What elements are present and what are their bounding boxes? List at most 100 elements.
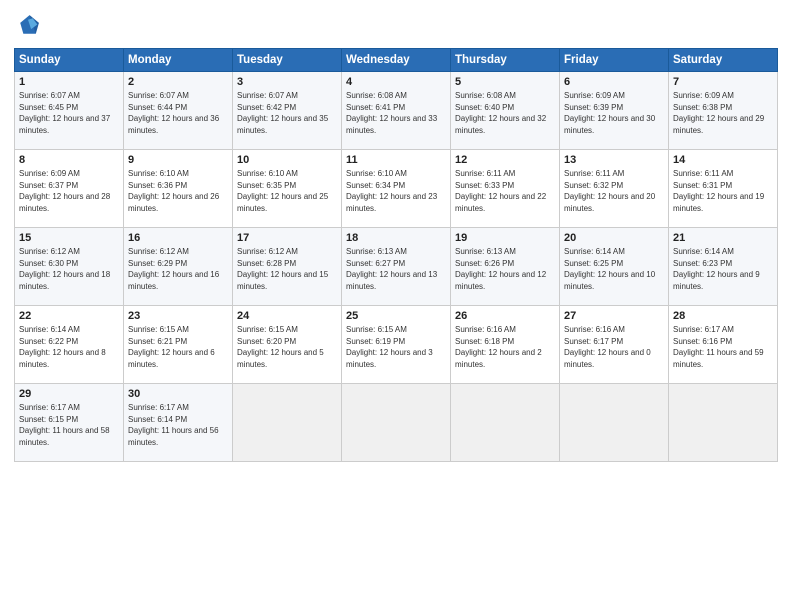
calendar-cell bbox=[560, 384, 669, 462]
day-number: 10 bbox=[237, 154, 337, 166]
day-number: 15 bbox=[19, 232, 119, 244]
calendar-cell: 15 Sunrise: 6:12 AMSunset: 6:30 PMDaylig… bbox=[15, 228, 124, 306]
day-info: Sunrise: 6:09 AMSunset: 6:38 PMDaylight:… bbox=[673, 91, 764, 135]
day-info: Sunrise: 6:09 AMSunset: 6:37 PMDaylight:… bbox=[19, 169, 110, 213]
calendar-cell: 2 Sunrise: 6:07 AMSunset: 6:44 PMDayligh… bbox=[124, 72, 233, 150]
page: SundayMondayTuesdayWednesdayThursdayFrid… bbox=[0, 0, 792, 612]
day-number: 20 bbox=[564, 232, 664, 244]
day-info: Sunrise: 6:14 AMSunset: 6:22 PMDaylight:… bbox=[19, 325, 106, 369]
day-info: Sunrise: 6:15 AMSunset: 6:21 PMDaylight:… bbox=[128, 325, 215, 369]
calendar-cell: 8 Sunrise: 6:09 AMSunset: 6:37 PMDayligh… bbox=[15, 150, 124, 228]
calendar-cell bbox=[669, 384, 778, 462]
calendar-cell: 13 Sunrise: 6:11 AMSunset: 6:32 PMDaylig… bbox=[560, 150, 669, 228]
header-cell-wednesday: Wednesday bbox=[342, 49, 451, 72]
calendar-cell: 6 Sunrise: 6:09 AMSunset: 6:39 PMDayligh… bbox=[560, 72, 669, 150]
day-number: 27 bbox=[564, 310, 664, 322]
week-row-5: 29 Sunrise: 6:17 AMSunset: 6:15 PMDaylig… bbox=[15, 384, 778, 462]
calendar-cell: 7 Sunrise: 6:09 AMSunset: 6:38 PMDayligh… bbox=[669, 72, 778, 150]
week-row-4: 22 Sunrise: 6:14 AMSunset: 6:22 PMDaylig… bbox=[15, 306, 778, 384]
header bbox=[14, 12, 778, 40]
calendar-cell: 4 Sunrise: 6:08 AMSunset: 6:41 PMDayligh… bbox=[342, 72, 451, 150]
calendar-cell: 30 Sunrise: 6:17 AMSunset: 6:14 PMDaylig… bbox=[124, 384, 233, 462]
day-info: Sunrise: 6:13 AMSunset: 6:27 PMDaylight:… bbox=[346, 247, 437, 291]
calendar-cell: 18 Sunrise: 6:13 AMSunset: 6:27 PMDaylig… bbox=[342, 228, 451, 306]
day-info: Sunrise: 6:15 AMSunset: 6:20 PMDaylight:… bbox=[237, 325, 324, 369]
day-number: 8 bbox=[19, 154, 119, 166]
day-number: 16 bbox=[128, 232, 228, 244]
day-info: Sunrise: 6:11 AMSunset: 6:31 PMDaylight:… bbox=[673, 169, 764, 213]
day-info: Sunrise: 6:07 AMSunset: 6:45 PMDaylight:… bbox=[19, 91, 110, 135]
day-info: Sunrise: 6:12 AMSunset: 6:30 PMDaylight:… bbox=[19, 247, 110, 291]
calendar-cell: 11 Sunrise: 6:10 AMSunset: 6:34 PMDaylig… bbox=[342, 150, 451, 228]
week-row-1: 1 Sunrise: 6:07 AMSunset: 6:45 PMDayligh… bbox=[15, 72, 778, 150]
calendar-cell: 19 Sunrise: 6:13 AMSunset: 6:26 PMDaylig… bbox=[451, 228, 560, 306]
calendar-table: SundayMondayTuesdayWednesdayThursdayFrid… bbox=[14, 48, 778, 462]
day-number: 11 bbox=[346, 154, 446, 166]
day-info: Sunrise: 6:17 AMSunset: 6:15 PMDaylight:… bbox=[19, 403, 110, 447]
day-info: Sunrise: 6:17 AMSunset: 6:14 PMDaylight:… bbox=[128, 403, 219, 447]
calendar-cell: 25 Sunrise: 6:15 AMSunset: 6:19 PMDaylig… bbox=[342, 306, 451, 384]
calendar-cell: 3 Sunrise: 6:07 AMSunset: 6:42 PMDayligh… bbox=[233, 72, 342, 150]
day-number: 25 bbox=[346, 310, 446, 322]
week-row-3: 15 Sunrise: 6:12 AMSunset: 6:30 PMDaylig… bbox=[15, 228, 778, 306]
day-number: 23 bbox=[128, 310, 228, 322]
day-info: Sunrise: 6:15 AMSunset: 6:19 PMDaylight:… bbox=[346, 325, 433, 369]
week-row-2: 8 Sunrise: 6:09 AMSunset: 6:37 PMDayligh… bbox=[15, 150, 778, 228]
day-number: 12 bbox=[455, 154, 555, 166]
header-cell-sunday: Sunday bbox=[15, 49, 124, 72]
day-info: Sunrise: 6:13 AMSunset: 6:26 PMDaylight:… bbox=[455, 247, 546, 291]
day-number: 2 bbox=[128, 76, 228, 88]
day-number: 19 bbox=[455, 232, 555, 244]
day-info: Sunrise: 6:07 AMSunset: 6:44 PMDaylight:… bbox=[128, 91, 219, 135]
header-row: SundayMondayTuesdayWednesdayThursdayFrid… bbox=[15, 49, 778, 72]
calendar-cell: 26 Sunrise: 6:16 AMSunset: 6:18 PMDaylig… bbox=[451, 306, 560, 384]
day-number: 17 bbox=[237, 232, 337, 244]
header-cell-monday: Monday bbox=[124, 49, 233, 72]
day-info: Sunrise: 6:08 AMSunset: 6:40 PMDaylight:… bbox=[455, 91, 546, 135]
logo bbox=[14, 12, 46, 40]
day-info: Sunrise: 6:09 AMSunset: 6:39 PMDaylight:… bbox=[564, 91, 655, 135]
day-info: Sunrise: 6:12 AMSunset: 6:29 PMDaylight:… bbox=[128, 247, 219, 291]
calendar-cell: 28 Sunrise: 6:17 AMSunset: 6:16 PMDaylig… bbox=[669, 306, 778, 384]
day-info: Sunrise: 6:08 AMSunset: 6:41 PMDaylight:… bbox=[346, 91, 437, 135]
day-info: Sunrise: 6:16 AMSunset: 6:18 PMDaylight:… bbox=[455, 325, 542, 369]
day-number: 22 bbox=[19, 310, 119, 322]
day-number: 26 bbox=[455, 310, 555, 322]
day-number: 18 bbox=[346, 232, 446, 244]
day-number: 1 bbox=[19, 76, 119, 88]
day-info: Sunrise: 6:07 AMSunset: 6:42 PMDaylight:… bbox=[237, 91, 328, 135]
calendar-cell: 23 Sunrise: 6:15 AMSunset: 6:21 PMDaylig… bbox=[124, 306, 233, 384]
calendar-body: 1 Sunrise: 6:07 AMSunset: 6:45 PMDayligh… bbox=[15, 72, 778, 462]
day-number: 13 bbox=[564, 154, 664, 166]
calendar-cell: 1 Sunrise: 6:07 AMSunset: 6:45 PMDayligh… bbox=[15, 72, 124, 150]
day-info: Sunrise: 6:10 AMSunset: 6:35 PMDaylight:… bbox=[237, 169, 328, 213]
day-number: 5 bbox=[455, 76, 555, 88]
calendar-cell: 21 Sunrise: 6:14 AMSunset: 6:23 PMDaylig… bbox=[669, 228, 778, 306]
day-info: Sunrise: 6:12 AMSunset: 6:28 PMDaylight:… bbox=[237, 247, 328, 291]
day-number: 30 bbox=[128, 388, 228, 400]
header-cell-tuesday: Tuesday bbox=[233, 49, 342, 72]
calendar-header: SundayMondayTuesdayWednesdayThursdayFrid… bbox=[15, 49, 778, 72]
day-info: Sunrise: 6:10 AMSunset: 6:36 PMDaylight:… bbox=[128, 169, 219, 213]
calendar-cell: 9 Sunrise: 6:10 AMSunset: 6:36 PMDayligh… bbox=[124, 150, 233, 228]
day-number: 9 bbox=[128, 154, 228, 166]
calendar-cell: 17 Sunrise: 6:12 AMSunset: 6:28 PMDaylig… bbox=[233, 228, 342, 306]
header-cell-friday: Friday bbox=[560, 49, 669, 72]
calendar-cell: 5 Sunrise: 6:08 AMSunset: 6:40 PMDayligh… bbox=[451, 72, 560, 150]
day-number: 28 bbox=[673, 310, 773, 322]
day-info: Sunrise: 6:14 AMSunset: 6:23 PMDaylight:… bbox=[673, 247, 760, 291]
calendar-cell bbox=[451, 384, 560, 462]
day-number: 14 bbox=[673, 154, 773, 166]
calendar-cell: 24 Sunrise: 6:15 AMSunset: 6:20 PMDaylig… bbox=[233, 306, 342, 384]
header-cell-saturday: Saturday bbox=[669, 49, 778, 72]
calendar-cell bbox=[233, 384, 342, 462]
day-number: 4 bbox=[346, 76, 446, 88]
header-cell-thursday: Thursday bbox=[451, 49, 560, 72]
calendar-cell: 16 Sunrise: 6:12 AMSunset: 6:29 PMDaylig… bbox=[124, 228, 233, 306]
day-number: 21 bbox=[673, 232, 773, 244]
day-number: 7 bbox=[673, 76, 773, 88]
calendar-cell: 14 Sunrise: 6:11 AMSunset: 6:31 PMDaylig… bbox=[669, 150, 778, 228]
day-info: Sunrise: 6:10 AMSunset: 6:34 PMDaylight:… bbox=[346, 169, 437, 213]
day-info: Sunrise: 6:11 AMSunset: 6:32 PMDaylight:… bbox=[564, 169, 655, 213]
day-number: 29 bbox=[19, 388, 119, 400]
